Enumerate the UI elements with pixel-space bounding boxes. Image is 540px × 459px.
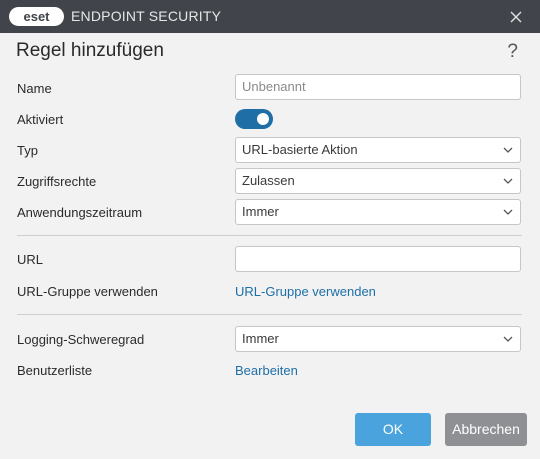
help-icon[interactable]: ? (507, 41, 518, 63)
access-label: Zugriffsrechte (17, 174, 97, 189)
name-input[interactable]: Unbenannt (235, 74, 521, 100)
type-select[interactable]: URL-basierte Aktion (235, 137, 521, 163)
chevron-down-icon (503, 178, 513, 184)
schedule-value: Immer (242, 204, 279, 219)
enabled-toggle[interactable] (235, 109, 273, 129)
chevron-down-icon (503, 336, 513, 342)
schedule-select[interactable]: Immer (235, 199, 521, 225)
logo-text: eset (23, 9, 50, 24)
url-input[interactable] (235, 246, 521, 272)
url-group-label: URL-Gruppe verwenden (17, 284, 158, 299)
chevron-down-icon (503, 147, 513, 153)
access-select[interactable]: Zulassen (235, 168, 521, 194)
logging-select[interactable]: Immer (235, 326, 521, 352)
userlist-edit-link[interactable]: Bearbeiten (235, 363, 298, 378)
eset-logo-icon: eset (9, 7, 64, 26)
cancel-button[interactable]: Abbrechen (445, 413, 527, 446)
name-label: Name (17, 81, 52, 96)
close-icon[interactable] (508, 9, 524, 25)
dialog-title: Regel hinzufügen (16, 40, 164, 61)
logging-value: Immer (242, 331, 279, 346)
toggle-knob (257, 113, 269, 125)
type-value: URL-basierte Aktion (242, 142, 358, 157)
title-bar: eset ENDPOINT SECURITY (0, 0, 540, 33)
url-group-link[interactable]: URL-Gruppe verwenden (235, 284, 376, 299)
app-title: ENDPOINT SECURITY (71, 8, 222, 24)
ok-button[interactable]: OK (355, 413, 431, 446)
chevron-down-icon (503, 209, 513, 215)
url-label: URL (17, 252, 44, 267)
schedule-label: Anwendungszeitraum (17, 205, 143, 220)
type-label: Typ (17, 143, 38, 158)
enabled-label: Aktiviert (17, 112, 64, 127)
userlist-label: Benutzerliste (17, 363, 93, 378)
separator (17, 235, 522, 236)
separator (17, 314, 522, 315)
access-value: Zulassen (242, 173, 295, 188)
logging-label: Logging-Schweregrad (17, 332, 145, 347)
